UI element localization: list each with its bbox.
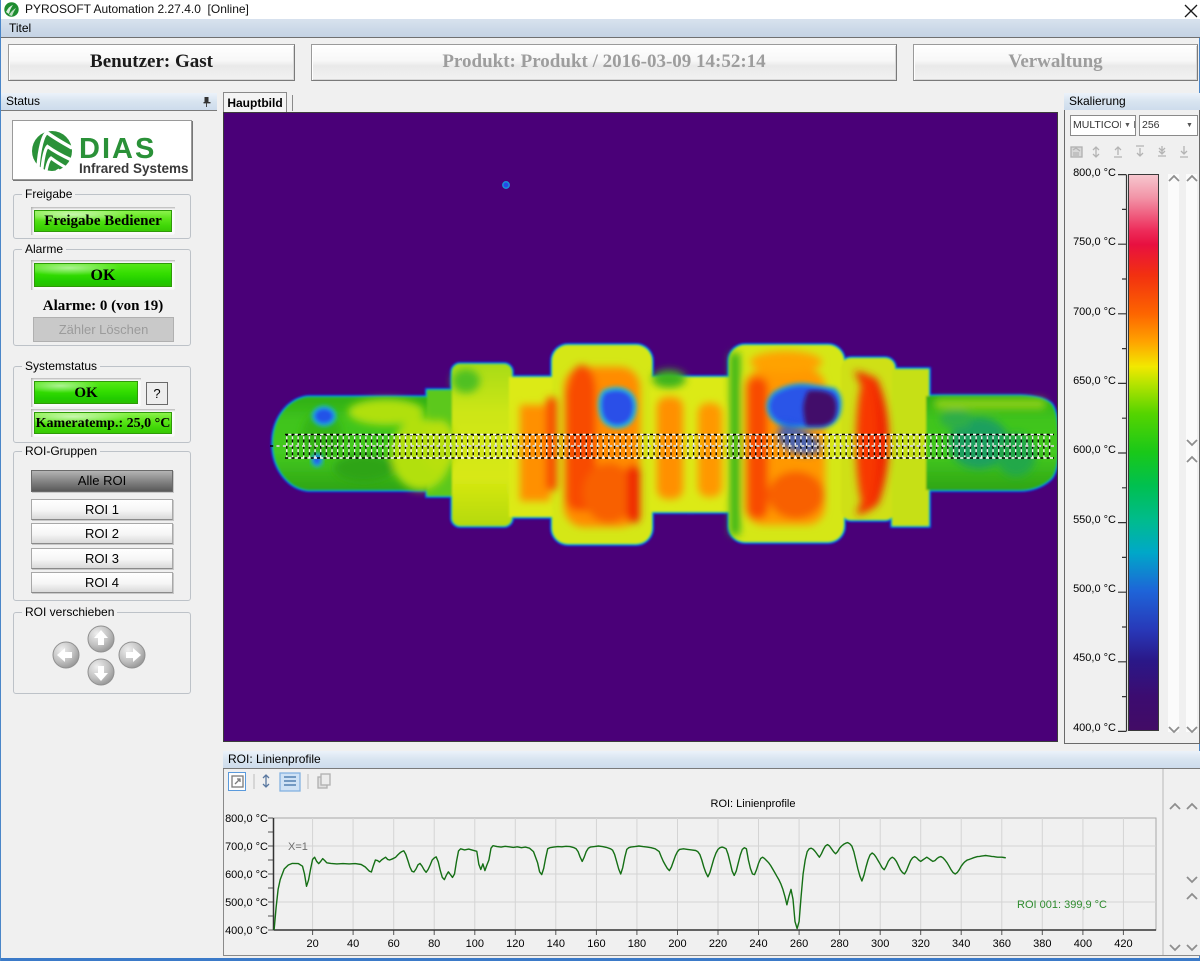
- svg-text:380: 380: [1033, 938, 1051, 950]
- svg-text:60: 60: [388, 938, 400, 950]
- svg-text:600,0 °C: 600,0 °C: [225, 869, 268, 881]
- svg-text:280: 280: [830, 938, 848, 950]
- svg-text:340: 340: [952, 938, 970, 950]
- svg-text:220: 220: [709, 938, 727, 950]
- svg-text:320: 320: [912, 938, 930, 950]
- svg-text:ROI 001: 399,9 °C: ROI 001: 399,9 °C: [1017, 899, 1107, 911]
- svg-text:240: 240: [749, 938, 767, 950]
- svg-text:800,0 °C: 800,0 °C: [225, 813, 268, 825]
- svg-text:200: 200: [668, 938, 686, 950]
- svg-text:ROI: Linienprofile: ROI: Linienprofile: [711, 798, 796, 810]
- svg-text:400: 400: [1074, 938, 1092, 950]
- svg-text:40: 40: [347, 938, 359, 950]
- svg-text:420: 420: [1114, 938, 1132, 950]
- svg-text:500,0 °C: 500,0 °C: [225, 897, 268, 909]
- svg-text:300: 300: [871, 938, 889, 950]
- svg-text:100: 100: [466, 938, 484, 950]
- svg-text:360: 360: [993, 938, 1011, 950]
- svg-text:80: 80: [428, 938, 440, 950]
- svg-text:260: 260: [790, 938, 808, 950]
- svg-text:120: 120: [506, 938, 524, 950]
- svg-text:20: 20: [306, 938, 318, 950]
- svg-text:140: 140: [547, 938, 565, 950]
- svg-text:180: 180: [628, 938, 646, 950]
- svg-text:X=1: X=1: [288, 841, 308, 853]
- svg-text:160: 160: [587, 938, 605, 950]
- svg-text:400,0 °C: 400,0 °C: [225, 925, 268, 937]
- svg-text:700,0 °C: 700,0 °C: [225, 841, 268, 853]
- svg-text:Infrared Systems: Infrared Systems: [79, 161, 189, 176]
